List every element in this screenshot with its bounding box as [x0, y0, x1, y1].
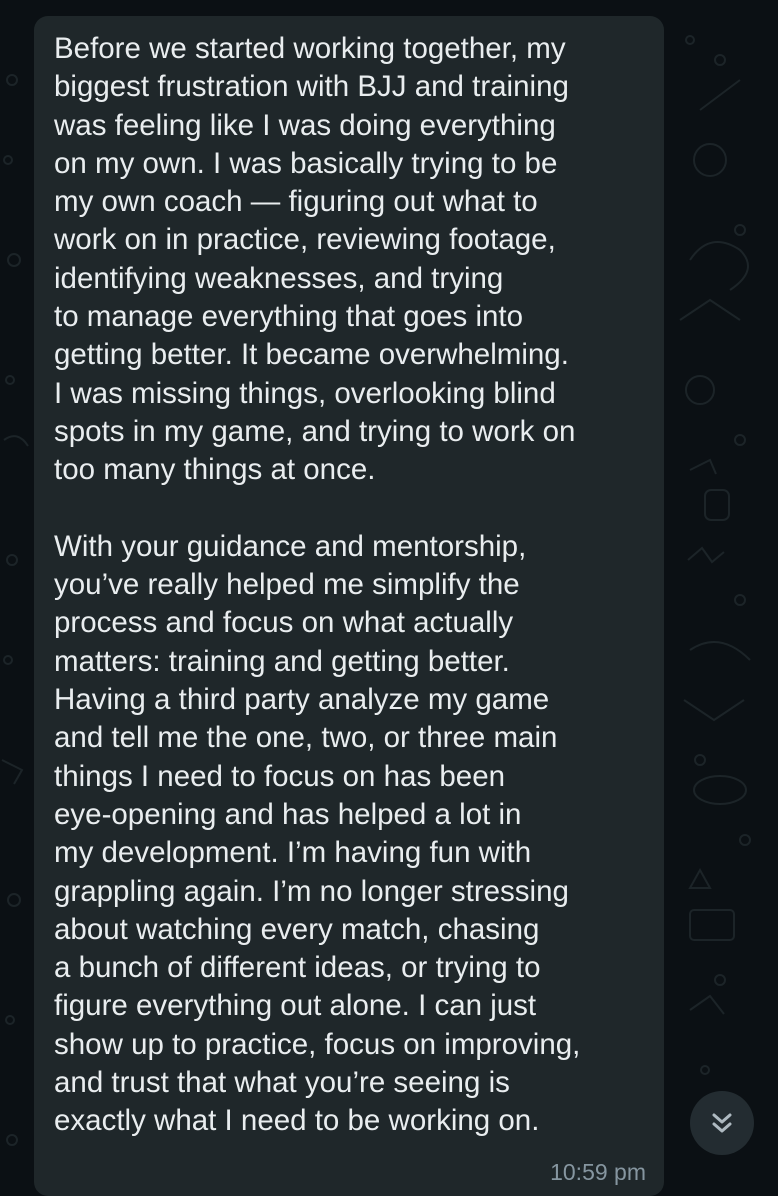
message-line: things I need to focus on has been	[54, 759, 506, 793]
scroll-to-bottom-button[interactable]	[690, 1091, 754, 1155]
message-line: a bunch of different ideas, or trying to	[54, 951, 541, 985]
message-line: figure everything out alone. I can just	[54, 989, 537, 1023]
message-line: about watching every match, chasing	[54, 912, 540, 946]
chat-background: Before we started working together, my b…	[0, 0, 778, 1196]
message-line: matters: training and getting better.	[54, 644, 510, 678]
message-line: Having a third party analyze my game	[54, 683, 550, 717]
message-text: Before we started working together, my b…	[54, 30, 644, 1141]
message-line: and trust that what you’re seeing is	[54, 1066, 510, 1100]
message-line: spots in my game, and trying to work on	[54, 414, 576, 448]
message-bubble[interactable]: Before we started working together, my b…	[34, 16, 664, 1196]
message-line: on my own. I was basically trying to be	[54, 146, 558, 180]
message-line: Before we started working together, my	[54, 32, 566, 65]
message-line: exactly what I need to be working on.	[54, 1104, 540, 1138]
message-line: identifying weaknesses, and trying	[54, 261, 504, 295]
message-line: my development. I’m having fun with	[54, 836, 532, 870]
message-line: grappling again. I’m no longer stressing	[54, 874, 569, 908]
message-line: show up to practice, focus on improving,	[54, 1027, 581, 1061]
message-line: With your guidance and mentorship,	[54, 529, 527, 563]
message-line: and tell me the one, two, or three main	[54, 721, 558, 755]
message-line: too many things at once.	[54, 453, 376, 487]
message-line: to manage everything that goes into	[54, 300, 524, 334]
message-line: process and focus on what actually	[54, 606, 514, 640]
message-timestamp: 10:59 pm	[550, 1159, 646, 1185]
double-chevron-down-icon	[712, 1113, 732, 1133]
message-line: eye-opening and has helped a lot in	[54, 797, 522, 831]
message-line: my own coach — figuring out what to	[54, 185, 538, 219]
message-line: getting better. It became overwhelming.	[54, 338, 569, 372]
message-line: work on in practice, reviewing footage,	[54, 223, 556, 257]
message-line: I was missing things, overlooking blind	[54, 376, 556, 410]
message-line: you’ve really helped me simplify the	[54, 568, 520, 602]
message-line: was feeling like I was doing everything	[54, 108, 556, 142]
message-line: biggest frustration with BJJ and trainin…	[54, 70, 569, 104]
